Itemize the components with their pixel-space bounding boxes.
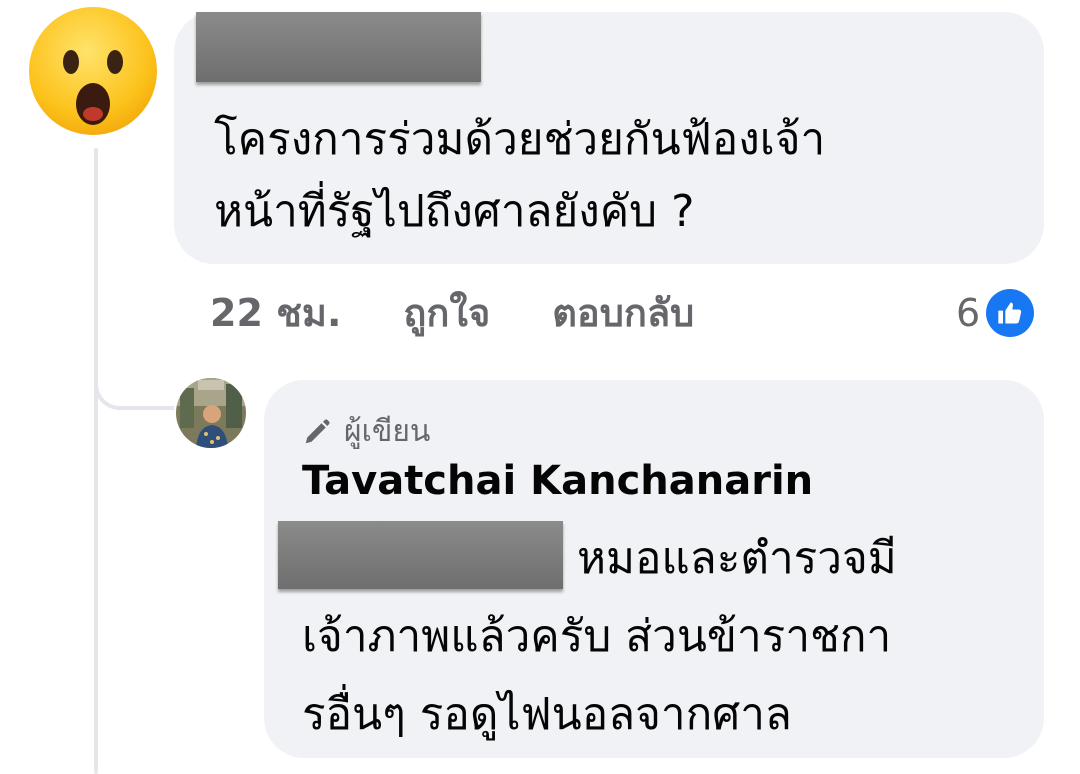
thread-branch-line bbox=[94, 340, 174, 410]
comment-timestamp[interactable]: 22 ชม. bbox=[210, 282, 341, 343]
comment-actions: 22 ชม. ถูกใจ ตอบกลับ bbox=[210, 282, 694, 342]
thread-line bbox=[94, 148, 98, 774]
reaction-count: 6 bbox=[956, 291, 981, 335]
redacted-mention bbox=[278, 521, 563, 589]
pencil-icon bbox=[305, 418, 330, 443]
reply-bubble: ผู้เขียน Tavatchai Kanchanarin หมอและตำร… bbox=[264, 380, 1044, 758]
reply-text-rest: เจ้าภาพแล้วครับ ส่วนข้าราชกา รอื่นๆ รอดู… bbox=[302, 611, 892, 740]
reply-text: หมอและตำรวจมี เจ้าภาพแล้วครับ ส่วนข้าราช… bbox=[278, 520, 1022, 754]
reply-text-line1: หมอและตำรวจมี bbox=[577, 533, 897, 584]
reaction-summary[interactable]: 6 bbox=[956, 288, 1035, 338]
avatar[interactable] bbox=[176, 378, 246, 448]
comment-bubble: โครงการร่วมด้วยช่วยกันฟ้องเจ้า หน้าที่รั… bbox=[174, 12, 1044, 264]
reply-author-name[interactable]: Tavatchai Kanchanarin bbox=[302, 458, 813, 504]
author-badge-label: ผู้เขียน bbox=[344, 414, 431, 449]
comment-text: โครงการร่วมด้วยช่วยกันฟ้องเจ้า หน้าที่รั… bbox=[214, 114, 826, 237]
surprised-face-emoji-icon[interactable] bbox=[26, 4, 160, 138]
redacted-commenter-name bbox=[196, 12, 481, 82]
thumbs-up-icon bbox=[986, 289, 1035, 337]
author-badge: ผู้เขียน bbox=[302, 408, 430, 455]
reply-button[interactable]: ตอบกลับ bbox=[552, 282, 694, 343]
like-button[interactable]: ถูกใจ bbox=[403, 282, 490, 343]
